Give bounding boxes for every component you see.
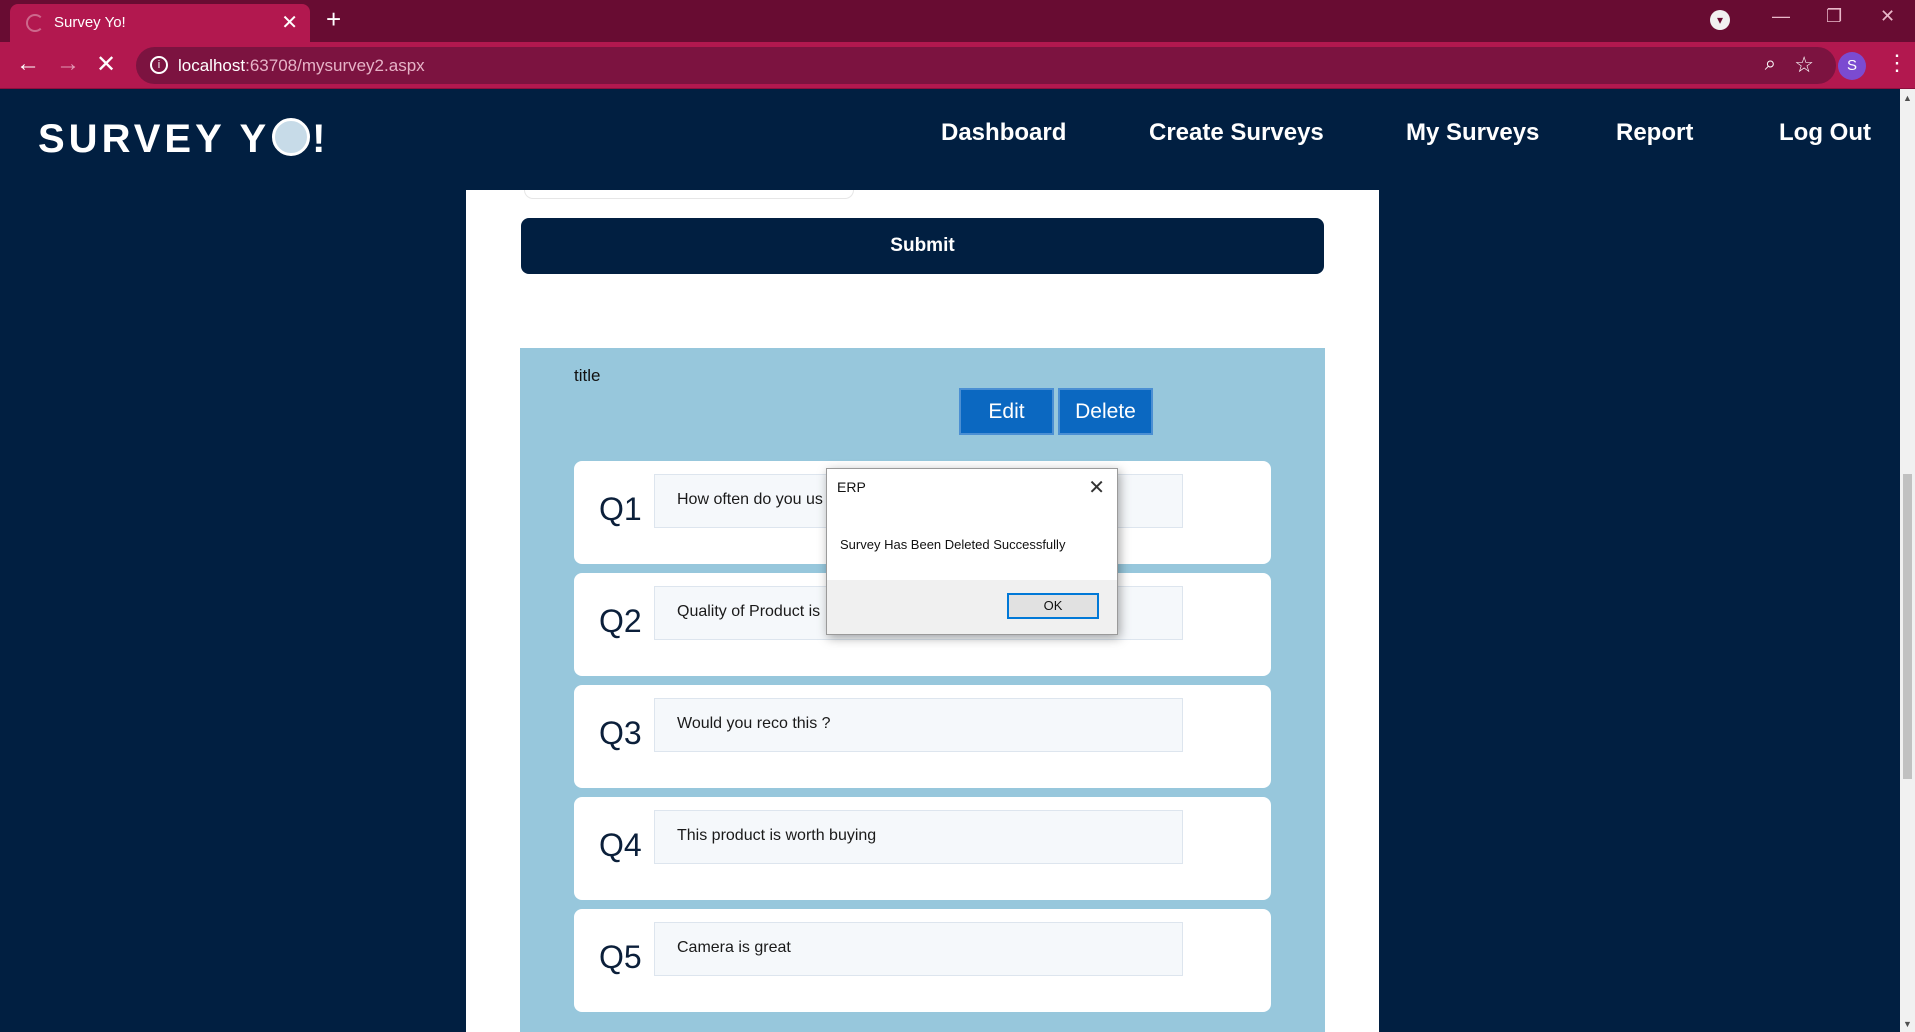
alert-dialog: ERP ✕ Survey Has Been Deleted Successful… <box>826 468 1118 635</box>
browser-tab-strip: Survey Yo! ✕ + ▾ — ❐ ✕ <box>0 0 1915 42</box>
question-text: This product is worth buying <box>654 810 1183 864</box>
edit-button[interactable]: Edit <box>959 388 1054 435</box>
window-close-icon[interactable]: ✕ <box>1880 6 1895 27</box>
logo-text: SURVEY Y <box>38 117 271 161</box>
loading-spinner-icon <box>26 14 44 32</box>
dialog-footer: OK <box>827 580 1117 634</box>
text-input[interactable] <box>524 190 854 199</box>
survey-panel: title Edit Delete Q1 How often do you us… <box>520 348 1325 1032</box>
question-text: Camera is great <box>654 922 1183 976</box>
ok-button[interactable]: OK <box>1007 593 1099 619</box>
question-card: Q4 This product is worth buying <box>574 797 1271 900</box>
tab-search-icon[interactable]: ▾ <box>1710 10 1730 30</box>
forward-arrow-icon[interactable]: → <box>56 50 80 78</box>
question-card: Q3 Would you reco this ? <box>574 685 1271 788</box>
question-number: Q2 <box>599 603 642 639</box>
page-scrollbar[interactable]: ▲ ▼ <box>1900 89 1915 1032</box>
question-text: Would you reco this ? <box>654 698 1183 752</box>
logo-mascot-icon <box>272 118 311 156</box>
logo-exclaim: ! <box>312 117 330 161</box>
restore-icon[interactable]: ❐ <box>1826 6 1842 27</box>
scrollbar-thumb[interactable] <box>1903 474 1912 779</box>
nav-report[interactable]: Report <box>1616 119 1693 147</box>
site-info-icon[interactable]: i <box>150 56 168 74</box>
back-arrow-icon[interactable]: ← <box>16 50 40 78</box>
nav-create-surveys[interactable]: Create Surveys <box>1149 119 1324 147</box>
tab-title: Survey Yo! <box>54 14 126 31</box>
survey-title: title <box>574 366 601 385</box>
browser-toolbar: ← → ✕ i localhost:63708/mysurvey2.aspx ⌕… <box>0 42 1915 89</box>
nav-log-out[interactable]: Log Out <box>1779 119 1871 147</box>
delete-button[interactable]: Delete <box>1058 388 1153 435</box>
tab-close-icon[interactable]: ✕ <box>281 10 298 35</box>
browser-tab[interactable]: Survey Yo! ✕ <box>10 4 310 42</box>
question-card: Q5 Camera is great <box>574 909 1271 1012</box>
minimize-icon[interactable]: — <box>1772 6 1790 27</box>
scroll-up-arrow-icon[interactable]: ▲ <box>1903 93 1912 103</box>
url-path: :63708/mysurvey2.aspx <box>245 56 425 75</box>
dialog-close-icon[interactable]: ✕ <box>1088 475 1105 500</box>
dialog-message: Survey Has Been Deleted Successfully <box>840 537 1066 552</box>
scroll-down-arrow-icon[interactable]: ▼ <box>1903 1019 1912 1029</box>
question-number: Q1 <box>599 491 642 527</box>
dialog-title: ERP <box>837 479 866 495</box>
submit-button[interactable]: Submit <box>521 218 1324 274</box>
question-number: Q5 <box>599 939 642 975</box>
new-tab-button[interactable]: + <box>326 4 341 35</box>
address-bar[interactable]: i localhost:63708/mysurvey2.aspx ⌕ ☆ <box>136 47 1836 84</box>
url-text: localhost:63708/mysurvey2.aspx <box>178 56 425 76</box>
nav-my-surveys[interactable]: My Surveys <box>1406 119 1539 147</box>
site-logo[interactable]: SURVEY Y! <box>38 117 329 162</box>
browser-menu-icon[interactable]: ⋮ <box>1886 50 1908 76</box>
question-number: Q3 <box>599 715 642 751</box>
bookmark-star-icon[interactable]: ☆ <box>1794 52 1814 78</box>
profile-avatar[interactable]: S <box>1838 52 1866 80</box>
question-number: Q4 <box>599 827 642 863</box>
nav-dashboard[interactable]: Dashboard <box>941 119 1066 147</box>
url-host: localhost <box>178 56 246 75</box>
stop-loading-icon[interactable]: ✕ <box>96 50 116 79</box>
zoom-icon[interactable]: ⌕ <box>1765 53 1776 76</box>
